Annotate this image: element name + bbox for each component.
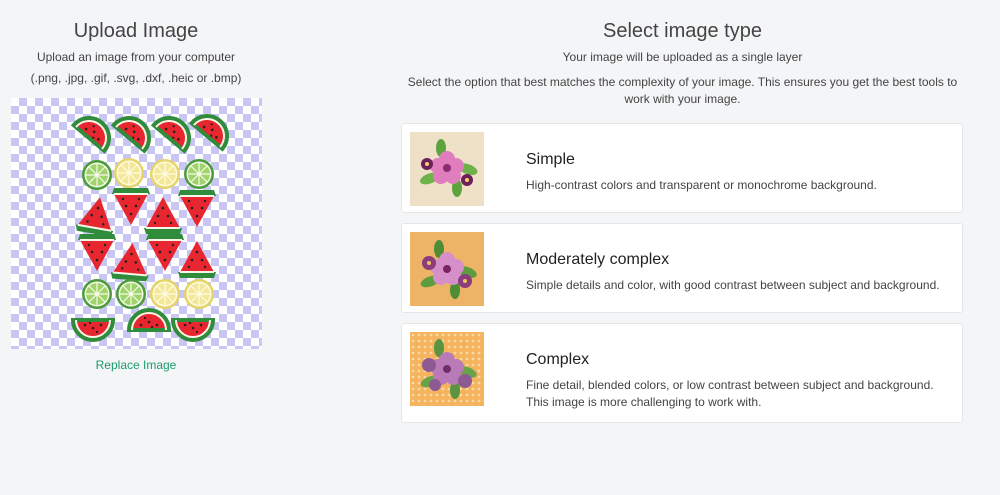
moderately-complex-thumbnail <box>410 232 484 306</box>
option-simple-title: Simple <box>526 151 575 168</box>
watermelon-lime-artwork <box>71 105 238 342</box>
option-complex[interactable]: Complex Fine detail, blended colors, or … <box>401 323 963 423</box>
option-moderately-complex-description: Simple details and color, with good cont… <box>526 278 940 292</box>
simple-thumbnail <box>410 132 484 206</box>
select-instructions: Select the option that best matches the … <box>407 75 958 106</box>
option-simple[interactable]: Simple High-contrast colors and transpar… <box>401 123 963 213</box>
upload-formats: (.png, .jpg, .gif, .svg, .dxf, .heic or … <box>30 71 242 85</box>
option-moderately-complex-title: Moderately complex <box>526 251 670 268</box>
option-moderately-complex[interactable]: Moderately complex Simple details and co… <box>401 223 963 313</box>
option-complex-description: Fine detail, blended colors, or low cont… <box>526 378 934 409</box>
upload-title: Upload Image <box>73 20 199 42</box>
select-type-title: Select image type <box>603 20 762 42</box>
upload-subtitle: Upload an image from your computer <box>36 50 236 64</box>
uploaded-image-preview <box>11 98 262 349</box>
single-layer-note: Your image will be uploaded as a single … <box>562 50 803 64</box>
complex-thumbnail <box>410 332 484 406</box>
option-complex-title: Complex <box>526 351 590 368</box>
upload-panel: Upload Image Upload an image from your c… <box>0 0 272 86</box>
replace-image-link[interactable]: Replace Image <box>0 358 272 372</box>
select-type-panel: Select image type Your image will be upl… <box>401 0 964 108</box>
option-simple-description: High-contrast colors and transparent or … <box>526 178 877 192</box>
